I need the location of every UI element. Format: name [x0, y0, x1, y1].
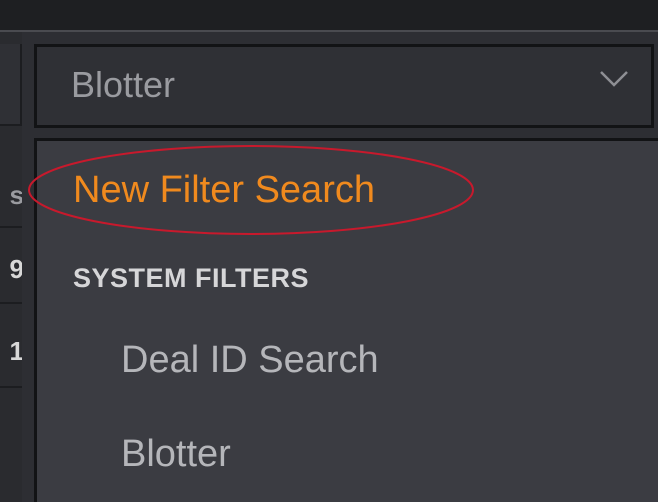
column-header-fragment: s [0, 180, 22, 214]
chevron-down-icon[interactable] [599, 69, 629, 89]
table-row-divider [0, 302, 22, 304]
left-adjacent-field[interactable] [0, 44, 22, 126]
new-filter-search-item[interactable]: New Filter Search [73, 171, 375, 209]
table-cell-char: 1 [9, 336, 22, 366]
table-cell-char: 9 [9, 254, 22, 284]
table-row-divider [0, 386, 22, 388]
deal-id-search-item[interactable]: Deal ID Search [121, 341, 379, 379]
filter-dropdown-menu: New Filter Search SYSTEM FILTERS Deal ID… [28, 138, 658, 502]
blotter-item[interactable]: Blotter [121, 435, 231, 473]
filter-select-value: Blotter [71, 64, 176, 105]
table-cell-fragment: 9 [0, 254, 22, 288]
top-bar [0, 0, 658, 30]
top-bar-divider [0, 30, 658, 32]
system-filters-header: SYSTEM FILTERS [73, 263, 310, 293]
column-header-char: s [9, 180, 22, 210]
table-row-divider [0, 226, 22, 228]
filter-select[interactable]: Blotter [34, 44, 654, 128]
screenshot-root: s 9 1 Blotter New Filter Search SYSTEM F… [0, 0, 658, 502]
table-cell-fragment: 1 [0, 336, 22, 370]
